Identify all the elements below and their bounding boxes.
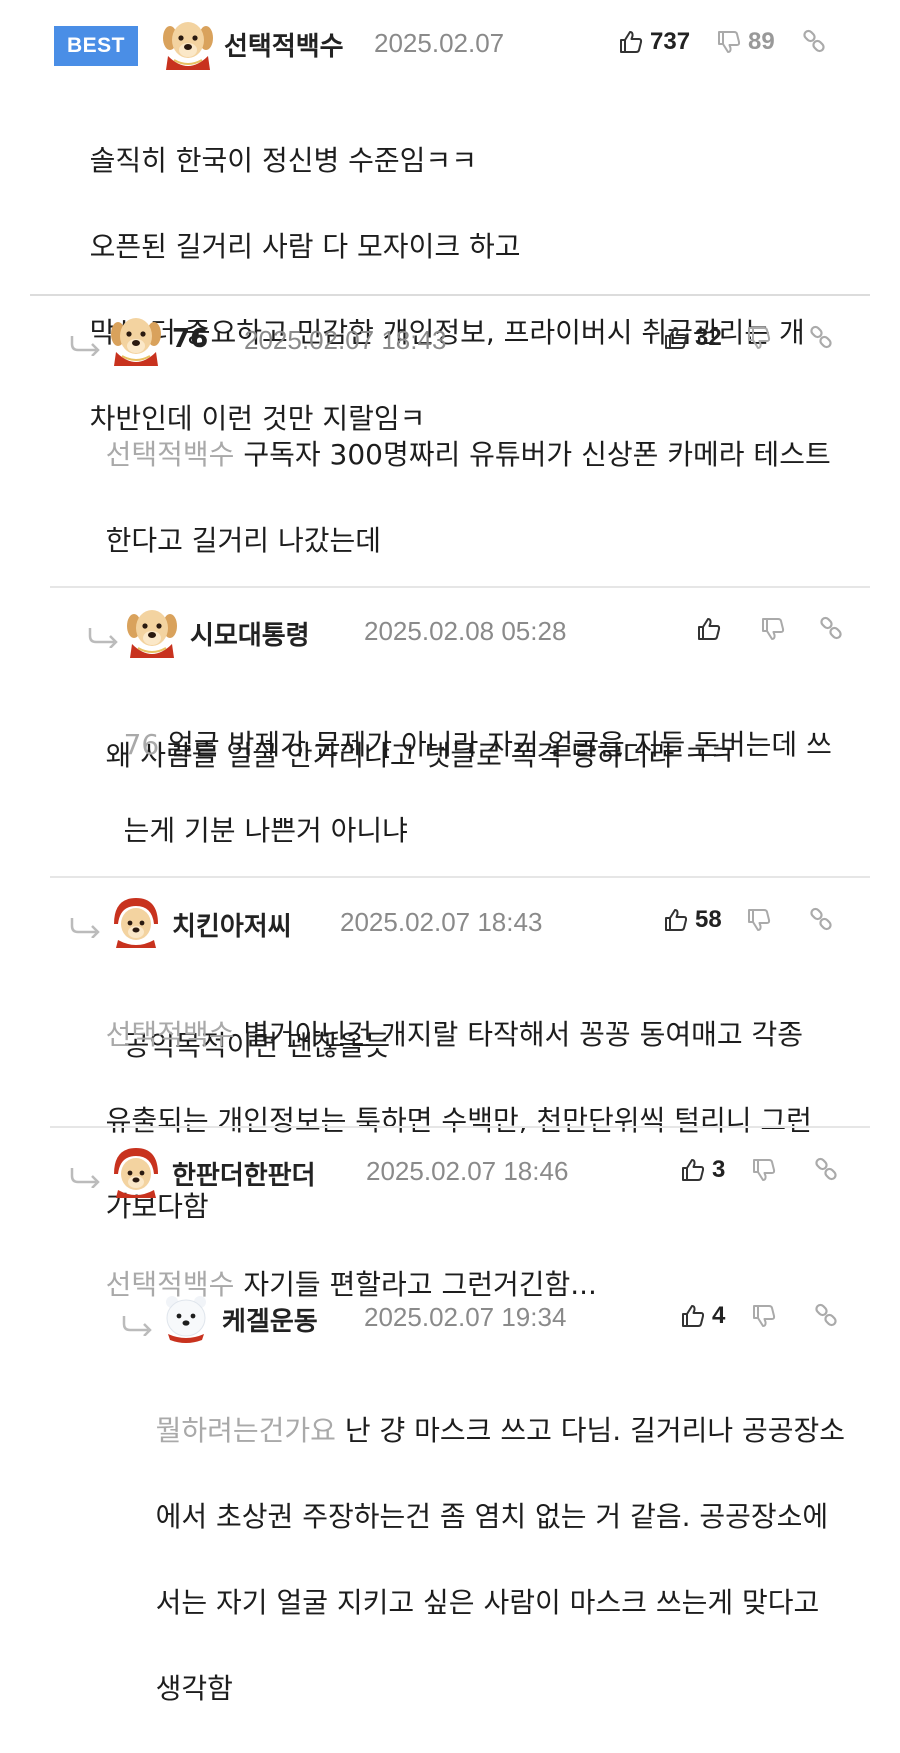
upvote-count: 737 [650,28,691,55]
link-icon[interactable] [808,907,834,933]
link-icon[interactable] [818,616,844,642]
link-icon[interactable] [808,325,834,351]
comment-line: 는게 기분 나쁜거 아니냐 [123,814,408,847]
mention-tag[interactable]: 76 [124,728,160,761]
thumbs-down-icon[interactable] [746,907,772,933]
link-icon[interactable] [813,1157,839,1183]
upvote-count: 4 [712,1302,726,1329]
divider [50,586,870,588]
comment-line: 생각함 [155,1672,233,1705]
vote-bar: 737 89 [618,28,827,56]
puppy-icon[interactable] [124,604,180,660]
comment-date: 2025.02.07 18:46 [366,1156,569,1186]
thumbs-down-icon[interactable] [716,29,742,55]
comment-line: 구독자 300명짜리 유튜버가 신상폰 카메라 테스트 [243,438,831,471]
vote-bar: 32 [663,324,834,352]
divider [50,1126,870,1128]
hooded-puppy-icon[interactable] [108,1144,164,1200]
thumbs-down-icon[interactable] [760,616,786,642]
comment-nick[interactable]: 케겔운동 [222,1301,318,1338]
thumbs-down-icon[interactable] [746,325,772,351]
link-icon[interactable] [801,29,827,55]
thumbs-up-icon[interactable] [663,325,689,351]
divider [30,294,870,296]
comment-line: 자기들 편할라고 그런거긴함... [243,1268,597,1301]
mention-tag[interactable]: 뭘하려는건가요 [156,1414,336,1447]
reply-arrow-icon [68,334,102,356]
comment-date: 2025.02.07 19:34 [364,1302,567,1332]
comment-line: 서는 자기 얼굴 지키고 싶은 사람이 마스크 쓰는게 맞다고 [155,1586,820,1619]
thumbs-up-icon[interactable] [680,1303,706,1329]
hooded-puppy-icon[interactable] [108,894,164,950]
comment-nick[interactable]: 치킨아저씨 [172,906,292,943]
vote-bar: 58 [663,906,834,934]
comment-date: 2025.02.07 18:43 [244,325,447,355]
upvote-count: 3 [712,1156,726,1183]
thumbs-down-icon[interactable] [751,1157,777,1183]
reply-arrow-icon [68,1166,102,1188]
polar-bear-icon[interactable] [158,1290,214,1346]
comment-nick[interactable]: 선택적백수 [224,26,344,63]
vote-bar: 4 [680,1302,839,1330]
mention-tag[interactable]: 선택적백수 [106,1018,235,1051]
comment-line: 유출되는 개인정보는 툭하면 수백만, 천만단위씩 털리니 그런 [105,1104,812,1137]
thumbs-up-icon[interactable] [663,907,689,933]
comment-line: 오픈된 길거리 사람 다 모자이크 하고 [89,230,521,263]
comment-nick[interactable]: 76 [172,324,208,354]
thumbs-up-icon[interactable] [696,616,722,642]
mention-tag[interactable]: 선택적백수 [106,438,235,471]
vote-bar [696,616,844,642]
comment-date: 2025.02.07 18:43 [340,907,543,937]
thumbs-up-icon[interactable] [618,29,644,55]
vote-bar: 3 [680,1156,839,1184]
comment-line: 난 걍 마스크 쓰고 다님. 길거리나 공공장소 [344,1414,846,1447]
downvote-count: 89 [748,28,775,55]
link-icon[interactable] [813,1303,839,1329]
upvote-count: 32 [695,324,722,351]
upvote-count: 58 [695,906,722,933]
puppy-icon[interactable] [160,16,216,72]
comment-date: 2025.02.08 05:28 [364,616,567,646]
comment-line: 한다고 길거리 나갔는데 [105,524,382,557]
comment-line: 별거아닌건 개지랄 타작해서 꽁꽁 동여매고 각종 [243,1018,804,1051]
thumbs-up-icon[interactable] [680,1157,706,1183]
comment-line: 솔직히 한국이 정신병 수준임ㅋㅋ [89,144,477,177]
puppy-icon[interactable] [108,312,164,368]
comment-nick[interactable]: 한판더한판더 [172,1155,316,1192]
reply-arrow-icon [86,626,120,648]
reply-arrow-icon [68,916,102,938]
comment-line: 얼굴 박제가 문제가 아니라 자기 얼굴을 지들 돈버는데 쓰 [168,728,832,761]
reply-arrow-icon [120,1314,154,1336]
thumbs-down-icon[interactable] [751,1303,777,1329]
best-badge: BEST [54,26,138,66]
comment-nick[interactable]: 시모대통령 [190,615,310,652]
divider [50,876,870,878]
comment-line: 에서 초상권 주장하는건 좀 염치 없는 거 같음. 공공장소에 [155,1500,829,1533]
comment-date: 2025.02.07 [374,28,505,58]
comment-body: 뭘하려는건가요 난 걍 마스크 쓰고 다님. 길거리나 공공장소 에서 초상권 … [120,1366,880,1753]
